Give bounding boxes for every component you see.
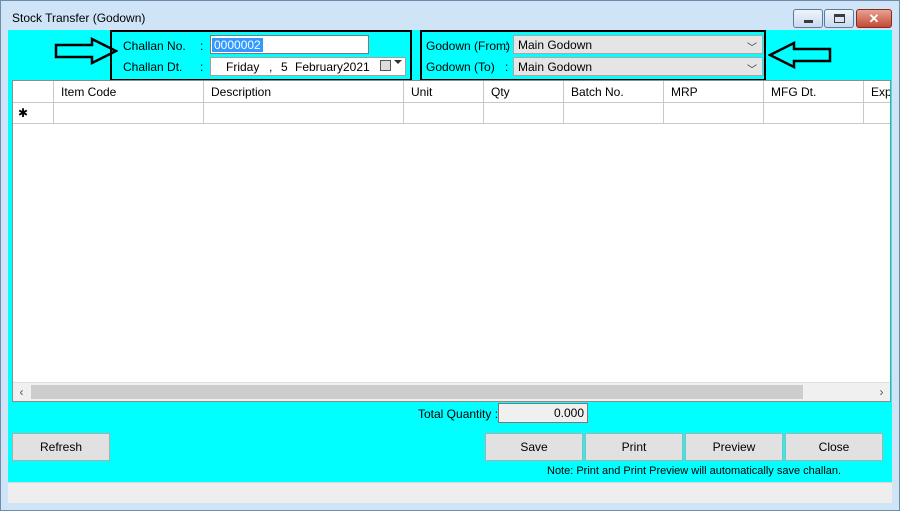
date-day-name: Friday [226, 60, 260, 74]
minimize-button[interactable] [793, 9, 823, 28]
date-year: 2021 [343, 60, 370, 74]
grid-header: Item Code Description Unit Qty Batch No.… [13, 81, 890, 103]
cell-item-code[interactable] [54, 103, 204, 124]
challan-no-value: 0000002 [212, 38, 263, 52]
preview-button[interactable]: Preview [685, 433, 783, 461]
cell-mrp[interactable] [664, 103, 764, 124]
godown-from-value: Main Godown [518, 38, 593, 52]
cell-description[interactable] [204, 103, 404, 124]
date-month: February [295, 60, 344, 74]
chevron-down-icon: ﹀ [747, 43, 757, 54]
scroll-right-icon[interactable]: › [873, 384, 890, 401]
items-grid[interactable]: Item Code Description Unit Qty Batch No.… [12, 80, 891, 402]
godown-to-value: Main Godown [518, 60, 593, 74]
cell-unit[interactable] [404, 103, 484, 124]
chevron-down-icon: ﹀ [747, 65, 757, 76]
column-header-unit[interactable]: Unit [404, 81, 484, 103]
column-header-qty[interactable]: Qty [484, 81, 564, 103]
column-header-exp[interactable]: Exp [864, 81, 890, 103]
challan-no-input[interactable]: 0000002 [210, 35, 369, 54]
column-header-selector[interactable] [13, 81, 54, 103]
horizontal-scrollbar[interactable]: ‹ › [13, 382, 890, 401]
cell-exp[interactable] [864, 103, 890, 124]
window-title: Stock Transfer (Godown) [12, 11, 146, 25]
challan-date-picker[interactable]: Friday , 5 February 2021 [210, 57, 406, 76]
challan-no-label: Challan No. [123, 39, 186, 53]
close-button[interactable]: Close [785, 433, 883, 461]
column-header-item-code[interactable]: Item Code [54, 81, 204, 103]
scroll-left-icon[interactable]: ‹ [13, 384, 30, 401]
maximize-icon [834, 14, 845, 23]
cell-batch-no[interactable] [564, 103, 664, 124]
scroll-thumb[interactable] [31, 385, 803, 399]
godown-to-select[interactable]: Main Godown ﹀ [513, 57, 763, 76]
challan-dt-label: Challan Dt. [123, 60, 183, 74]
total-quantity-value: 0.000 [498, 403, 588, 423]
cell-qty[interactable] [484, 103, 564, 124]
column-header-description[interactable]: Description [204, 81, 404, 103]
refresh-button[interactable]: Refresh [12, 433, 110, 461]
column-header-batch-no[interactable]: Batch No. [564, 81, 664, 103]
save-button[interactable]: Save [485, 433, 583, 461]
dropdown-arrow-icon[interactable] [394, 60, 402, 64]
row-header[interactable]: ✱ [13, 103, 54, 124]
close-icon: ✕ [868, 11, 880, 26]
arrow-right-icon [54, 37, 118, 65]
close-window-button[interactable]: ✕ [856, 9, 892, 28]
total-quantity-label: Total Quantity : [418, 407, 499, 421]
godown-from-label: Godown (From) [426, 39, 511, 53]
save-note: Note: Print and Print Preview will autom… [547, 465, 842, 477]
colon: : [200, 39, 204, 53]
colon: : [505, 39, 509, 53]
colon: : [505, 60, 509, 74]
status-bar [8, 482, 892, 503]
column-header-mfg-dt[interactable]: MFG Dt. [764, 81, 864, 103]
calendar-icon[interactable] [380, 60, 391, 71]
column-header-mrp[interactable]: MRP [664, 81, 764, 103]
colon: : [200, 60, 204, 74]
godown-to-label: Godown (To) [426, 60, 495, 74]
godown-from-select[interactable]: Main Godown ﹀ [513, 35, 763, 54]
date-day: 5 [281, 60, 288, 74]
minimize-icon [804, 20, 813, 23]
table-row[interactable]: ✱ [13, 103, 890, 124]
print-button[interactable]: Print [585, 433, 683, 461]
arrow-left-icon [768, 41, 832, 69]
new-row-icon: ✱ [18, 106, 29, 120]
maximize-button[interactable] [824, 9, 854, 28]
date-separator: , [269, 60, 273, 74]
title-bar[interactable]: Stock Transfer (Godown) ✕ [1, 1, 899, 31]
cell-mfg-dt[interactable] [764, 103, 864, 124]
